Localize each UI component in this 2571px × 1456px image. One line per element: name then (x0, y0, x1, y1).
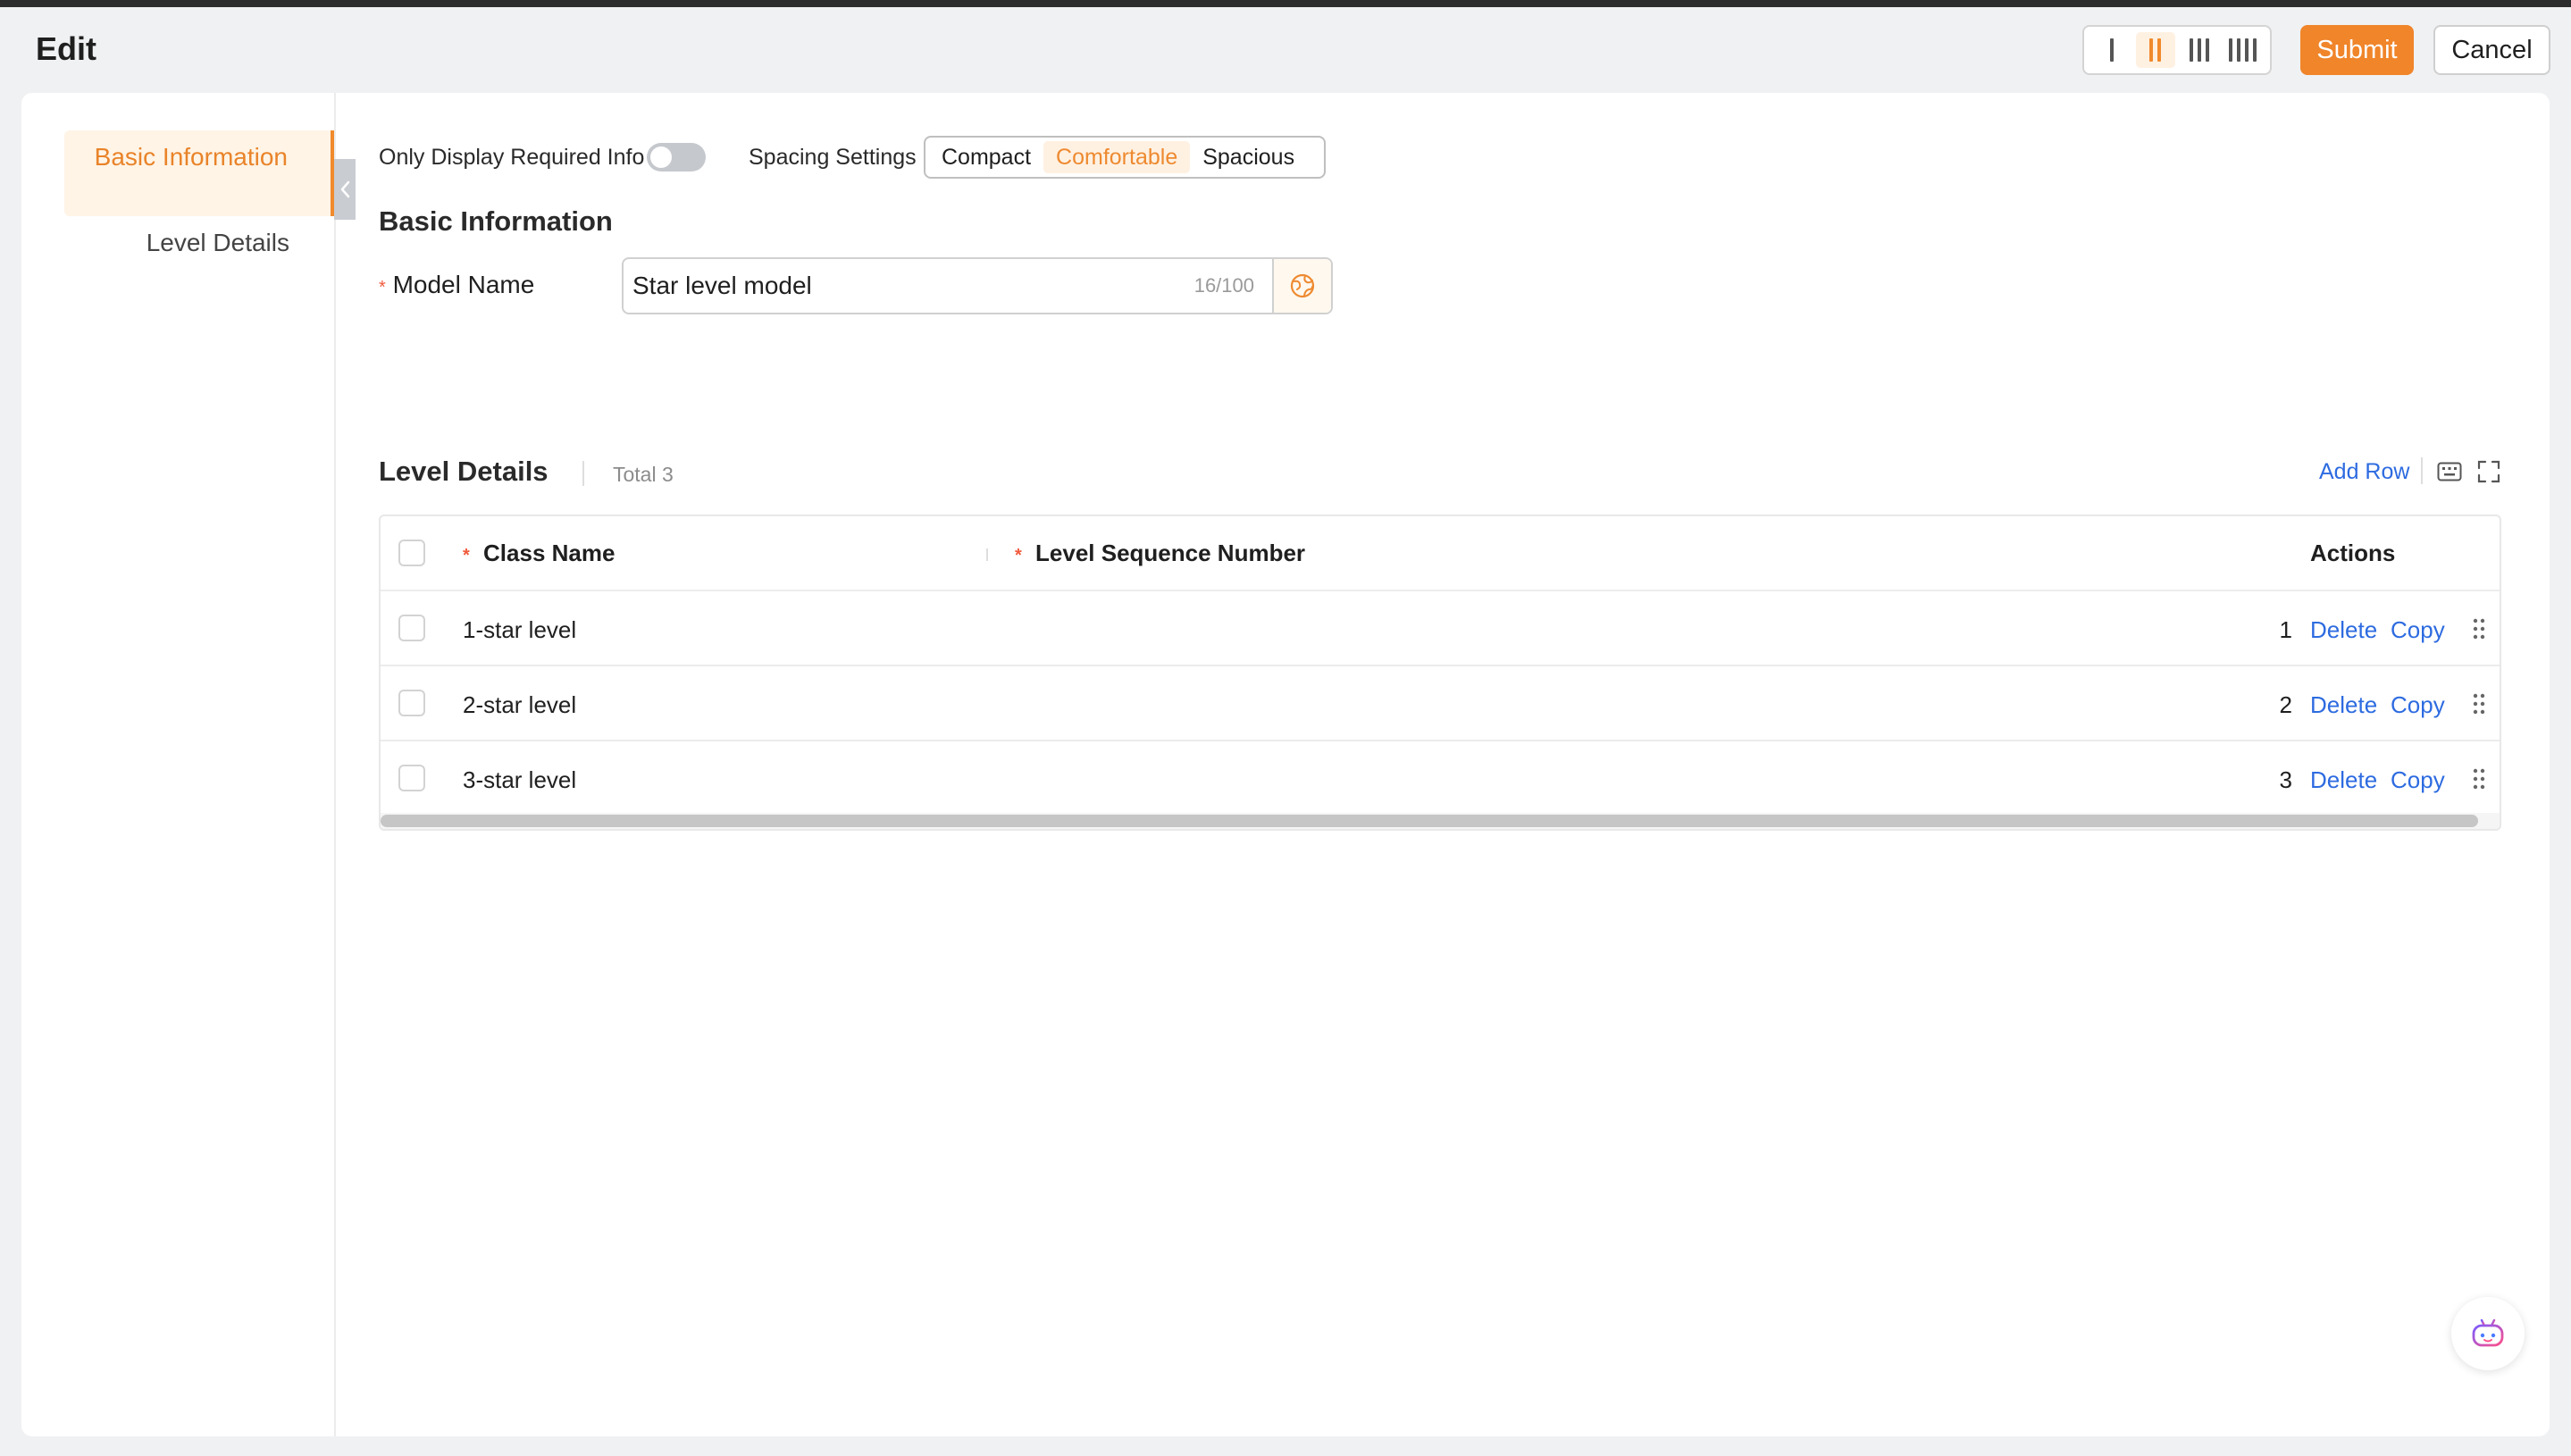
divider (2421, 457, 2423, 484)
column-header-label: Class Name (483, 540, 616, 566)
spacing-option-spacious[interactable]: Spacious (1190, 141, 1307, 173)
drag-handle-icon[interactable] (2471, 616, 2487, 641)
delete-row-button[interactable]: Delete (2310, 766, 2377, 794)
chevron-left-icon (340, 180, 350, 198)
model-name-input[interactable] (624, 259, 1194, 313)
column-bar-icon (2253, 38, 2257, 62)
window-top-border (0, 0, 2571, 7)
table-row: 3-star level 3 Delete Copy (381, 741, 2500, 816)
character-count: 16/100 (1193, 274, 1254, 297)
delete-row-button[interactable]: Delete (2310, 616, 2377, 644)
class-name-cell: 3-star level (463, 766, 577, 793)
column-bar-icon (2237, 38, 2240, 62)
scrollbar-thumb[interactable] (381, 815, 2478, 827)
table-header-row: * Class Name * Level Sequence Number Act… (381, 516, 2500, 591)
column-bar-icon (2157, 38, 2161, 62)
four-column-option[interactable] (2223, 32, 2263, 68)
level-details-table: * Class Name * Level Sequence Number Act… (379, 515, 2501, 831)
divider (582, 461, 584, 486)
sidebar-divider (334, 93, 336, 1436)
column-bar-icon (2197, 38, 2201, 62)
column-bar-icon (2149, 38, 2153, 62)
translate-button[interactable] (1272, 259, 1331, 313)
copy-row-button[interactable]: Copy (2391, 766, 2445, 794)
row-checkbox[interactable] (398, 765, 425, 791)
required-asterisk: * (379, 278, 386, 297)
level-details-title: Level Details (379, 456, 549, 487)
keyboard-icon[interactable] (2435, 457, 2464, 486)
level-sequence-cell: 3 (2279, 766, 2292, 793)
row-checkbox[interactable] (398, 615, 425, 641)
three-column-option[interactable] (2180, 32, 2219, 68)
submit-button[interactable]: Submit (2300, 25, 2414, 75)
column-header-label: Level Sequence Number (1035, 540, 1306, 566)
basic-information-title: Basic Information (379, 205, 613, 237)
column-bar-icon (2189, 38, 2193, 62)
required-only-label: Only Display Required Info (379, 145, 645, 170)
drag-handle-icon[interactable] (2471, 766, 2487, 791)
table-row: 1-star level 1 Delete Copy (381, 591, 2500, 666)
column-layout-switch[interactable] (2082, 25, 2272, 75)
model-name-field-label: * Model Name (379, 271, 534, 299)
required-only-toggle[interactable] (647, 143, 706, 172)
required-asterisk: * (1015, 546, 1022, 565)
column-resize-handle[interactable] (986, 548, 988, 561)
one-column-option[interactable] (2092, 32, 2131, 68)
column-header-class-name: * Class Name (463, 540, 615, 567)
spacing-settings-label: Spacing Settings (749, 145, 917, 170)
sidebar-item-level-details[interactable]: Level Details (64, 229, 289, 257)
globe-icon (1290, 273, 1315, 298)
spacing-segmented-control[interactable]: Compact Comfortable Spacious (924, 136, 1326, 179)
total-count: Total 3 (613, 463, 674, 486)
column-bar-icon (2109, 38, 2114, 62)
spacing-option-comfortable[interactable]: Comfortable (1043, 141, 1191, 173)
drag-handle-icon[interactable] (2471, 691, 2487, 716)
page-title: Edit (36, 30, 96, 67)
column-bar-icon (2205, 38, 2209, 62)
robot-icon (2472, 1318, 2504, 1347)
ai-assistant-button[interactable] (2451, 1297, 2525, 1370)
class-name-cell: 1-star level (463, 616, 577, 643)
level-sequence-cell: 1 (2279, 616, 2292, 643)
delete-row-button[interactable]: Delete (2310, 691, 2377, 719)
expand-glyph (2477, 460, 2500, 483)
horizontal-scrollbar[interactable] (381, 813, 2500, 829)
two-column-option[interactable] (2135, 32, 2175, 68)
spacing-option-compact[interactable]: Compact (929, 141, 1043, 173)
class-name-cell: 2-star level (463, 691, 577, 718)
toggle-knob (650, 146, 672, 168)
fullscreen-icon[interactable] (2475, 457, 2503, 486)
column-bar-icon (2229, 38, 2232, 62)
column-header-actions: Actions (2310, 540, 2396, 566)
table-row: 2-star level 2 Delete Copy (381, 666, 2500, 741)
copy-row-button[interactable]: Copy (2391, 691, 2445, 719)
copy-row-button[interactable]: Copy (2391, 616, 2445, 644)
sidebar-item-label: Basic Information (94, 143, 288, 171)
keyboard-glyph (2437, 462, 2462, 481)
required-asterisk: * (463, 546, 470, 565)
row-checkbox[interactable] (398, 690, 425, 716)
model-name-input-group: 16/100 (622, 257, 1333, 314)
sidebar-collapse-button[interactable] (334, 159, 356, 220)
column-header-level-sequence: * Level Sequence Number (1015, 540, 1305, 567)
cancel-button[interactable]: Cancel (2433, 25, 2550, 75)
model-name-label: Model Name (392, 271, 535, 298)
add-row-button[interactable]: Add Row (2319, 459, 2409, 485)
column-bar-icon (2245, 38, 2249, 62)
level-sequence-cell: 2 (2279, 691, 2292, 718)
sidebar-item-basic-information[interactable]: Basic Information (64, 130, 334, 216)
select-all-checkbox[interactable] (398, 540, 425, 566)
